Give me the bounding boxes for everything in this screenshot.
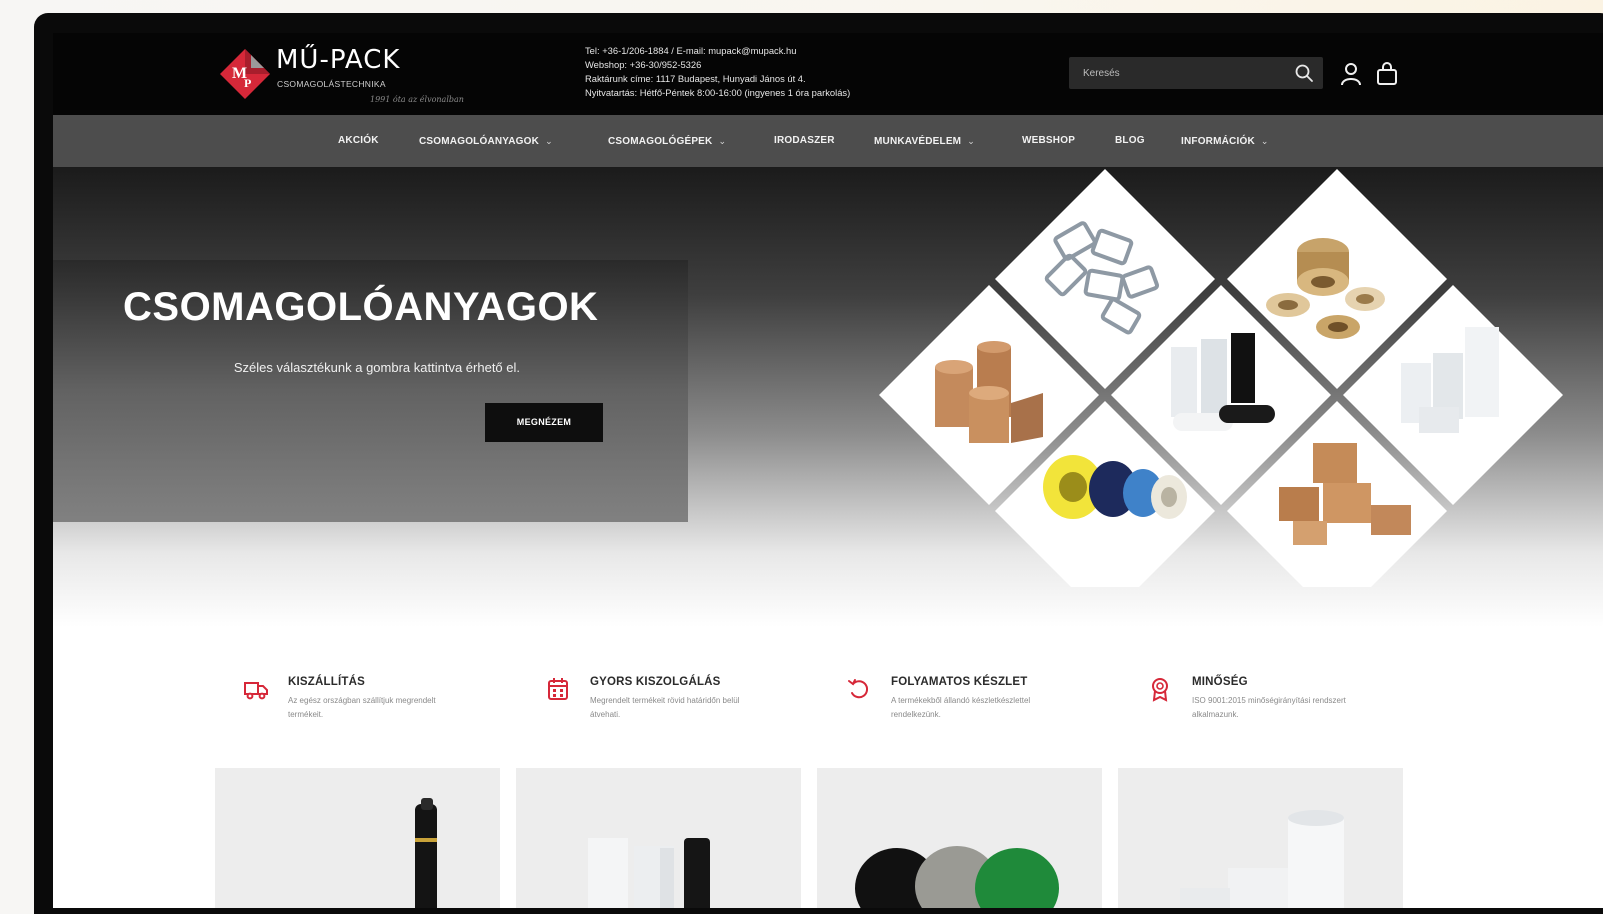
feature-text: ISO 9001:2015 minőségirányítási rendszer…: [1192, 696, 1346, 719]
product-image: [1180, 810, 1344, 908]
hero-banner: CSOMAGOLÓANYAGOK Széles választékunk a g…: [53, 167, 1603, 627]
product-card[interactable]: [1118, 768, 1403, 908]
feature-item: GYORS KISZOLGÁLÁS Megrendelt termékeit r…: [510, 648, 810, 738]
nav-item-label: IRODASZER: [774, 135, 835, 146]
contact-info: Tel: +36-1/206-1884 / E-mail: mupack@mup…: [585, 44, 850, 100]
feature-text: A termékekből állandó készletkészlettel …: [891, 696, 1031, 719]
feature-title: MINŐSÉG: [1192, 676, 1248, 688]
product-image: [855, 846, 1059, 908]
nav-item-blog[interactable]: BLOG: [1115, 115, 1145, 167]
truck-icon: [244, 682, 268, 700]
nav-item-munkavedelem[interactable]: MUNKAVÉDELEM ⌄: [874, 115, 975, 167]
logo-subtitle: CSOMAGOLÁSTECHNIKA: [277, 79, 386, 89]
nav-item-label: AKCIÓK: [338, 135, 379, 146]
contact-warehouse-address: Raktárunk címe: 1117 Budapest, Hunyadi J…: [585, 73, 806, 84]
nav-item-label: CSOMAGOLÓANYAGOK: [419, 136, 540, 147]
nav-item-label: WEBSHOP: [1022, 135, 1076, 146]
website-screen: M P MŰ-PACK CSOMAGOLÁSTECHNIKA 1991 óta …: [53, 33, 1603, 908]
nav-item-label: BLOG: [1115, 135, 1145, 146]
feature-title: GYORS KISZOLGÁLÁS: [590, 676, 721, 688]
logo-diamond-icon: M P: [220, 49, 270, 99]
nav-item-informaciok[interactable]: INFORMÁCIÓK ⌄: [1181, 115, 1269, 167]
user-icon[interactable]: [1339, 61, 1363, 87]
nav-item-label: CSOMAGOLÓGÉPEK: [608, 136, 713, 147]
product-image: [415, 798, 437, 908]
feature-text: Az egész országban szállítjuk megrendelt…: [288, 696, 436, 719]
contact-phone-email: Tel: +36-1/206-1884 / E-mail: mupack@mup…: [585, 45, 797, 56]
search-box: [1069, 57, 1323, 89]
nav-item-irodaszer[interactable]: IRODASZER: [774, 115, 835, 167]
logo-title: MŰ-PACK: [276, 45, 401, 75]
features-strip: KISZÁLLÍTÁS Az egész országban szállítju…: [208, 648, 1408, 748]
feature-item: MINŐSÉG ISO 9001:2015 minőségirányítási …: [1112, 648, 1412, 738]
svg-text:P: P: [244, 76, 251, 90]
product-collage: [879, 169, 1563, 587]
feature-text: Megrendelt termékeit rövid határidőn bel…: [590, 696, 740, 719]
nav-item-label: INFORMÁCIÓK: [1181, 136, 1255, 147]
site-logo[interactable]: M P MŰ-PACK CSOMAGOLÁSTECHNIKA 1991 óta …: [218, 43, 478, 107]
top-bar: M P MŰ-PACK CSOMAGOLÁSTECHNIKA 1991 óta …: [53, 33, 1603, 115]
nav-item-csomagoloanyagok[interactable]: CSOMAGOLÓANYAGOK ⌄: [419, 115, 553, 167]
nav-item-csomagologepek[interactable]: CSOMAGOLÓGÉPEK ⌄: [608, 115, 726, 167]
calendar-icon: [548, 678, 568, 700]
nav-item-akciok[interactable]: AKCIÓK: [338, 115, 379, 167]
refresh-icon: [848, 679, 869, 699]
search-icon[interactable]: [1293, 62, 1315, 84]
contact-opening-hours: Nyitvatartás: Hétfő-Péntek 8:00-16:00 (i…: [585, 87, 851, 98]
feature-title: FOLYAMATOS KÉSZLET: [891, 676, 1028, 688]
main-nav: AKCIÓK CSOMAGOLÓANYAGOK ⌄ CSOMAGOLÓGÉPEK ⌄…: [53, 115, 1603, 167]
product-cards: [215, 768, 1415, 908]
view-products-button[interactable]: MEGNÉZEM: [485, 403, 603, 442]
nav-item-webshop[interactable]: WEBSHOP: [1022, 115, 1075, 167]
chevron-down-icon: ⌄: [545, 136, 553, 146]
chevron-down-icon: ⌄: [1260, 136, 1269, 146]
logo-tagline: 1991 óta az élvonalban: [370, 95, 464, 104]
award-icon: [1152, 678, 1168, 702]
feature-item: KISZÁLLÍTÁS Az egész országban szállítju…: [208, 648, 508, 738]
shopping-bag-icon[interactable]: [1375, 61, 1399, 87]
feature-item: FOLYAMATOS KÉSZLET A termékekből állandó…: [811, 648, 1111, 738]
product-card[interactable]: [516, 768, 801, 908]
contact-webshop-phone: Webshop: +36-30/952-5326: [585, 59, 702, 70]
search-input[interactable]: [1069, 57, 1279, 89]
chevron-down-icon: ⌄: [967, 136, 975, 146]
product-card[interactable]: [817, 768, 1102, 908]
hero-title: CSOMAGOLÓANYAGOK: [123, 285, 599, 329]
feature-title: KISZÁLLÍTÁS: [288, 676, 365, 688]
nav-item-label: MUNKAVÉDELEM: [874, 136, 962, 147]
chevron-down-icon: ⌄: [718, 136, 727, 146]
product-card[interactable]: [215, 768, 500, 908]
hero-subtitle: Széles választékunk a gombra kattintva é…: [233, 360, 520, 375]
product-image: [588, 838, 710, 908]
